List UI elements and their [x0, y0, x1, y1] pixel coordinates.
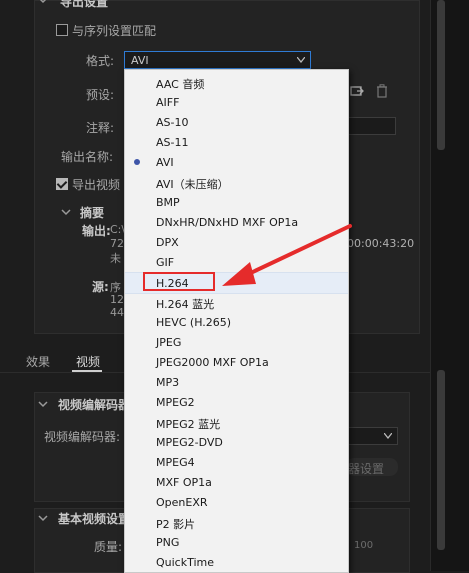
- format-option-label: PNG: [156, 536, 180, 549]
- export-settings-title: 导出设置: [60, 0, 109, 9]
- summary-label: 摘要: [80, 206, 105, 220]
- active-tab-indicator: [72, 370, 102, 372]
- preset-label: 预设:: [86, 88, 115, 102]
- format-option-label: BMP: [156, 196, 180, 209]
- checkbox-box-checked[interactable]: [56, 178, 68, 190]
- format-option[interactable]: MPEG2: [125, 392, 348, 412]
- format-option-label: GIF: [156, 256, 175, 269]
- video-codec-collapse-arrow-icon[interactable]: [38, 398, 48, 412]
- format-option-label: QuickTime: [156, 556, 215, 569]
- comment-label: 注释:: [86, 121, 115, 135]
- output-path: C:\: [110, 223, 126, 236]
- tab-video[interactable]: 视频: [76, 353, 100, 370]
- format-option[interactable]: AVI（未压缩）: [125, 172, 348, 192]
- format-option-label: H.264 蓝光: [156, 298, 215, 311]
- format-option-label: MPEG4: [156, 456, 195, 469]
- format-select[interactable]: AVI: [124, 51, 311, 69]
- match-sequence-checkbox[interactable]: [56, 24, 68, 39]
- format-option[interactable]: PNG: [125, 532, 348, 552]
- format-option-label: DPX: [156, 236, 179, 249]
- format-option-label: MXF OP1a: [156, 476, 212, 489]
- video-codec-label: 视频编解码器:: [44, 430, 121, 444]
- annotation-highlight-box: [143, 272, 215, 291]
- codec-settings-button-label: 器设置: [348, 462, 385, 476]
- format-option[interactable]: OpenEXR: [125, 492, 348, 512]
- format-option[interactable]: AS-11: [125, 132, 348, 152]
- format-option-label: AS-11: [156, 136, 189, 149]
- video-codec-select[interactable]: [346, 427, 398, 445]
- match-sequence-label: 与序列设置匹配: [72, 24, 157, 38]
- source-summary-label: 源:: [92, 280, 109, 294]
- format-option[interactable]: MPEG2-DVD: [125, 432, 348, 452]
- format-option-label: AAC 音频: [156, 78, 205, 91]
- basic-video-section-title: 基本视频设置: [58, 512, 131, 526]
- format-option[interactable]: AIFF: [125, 92, 348, 112]
- format-option-label: AIFF: [156, 96, 180, 109]
- format-option-label: MPEG2 蓝光: [156, 418, 221, 431]
- format-option-label: AVI（未压缩）: [156, 178, 229, 191]
- format-option-label: AS-10: [156, 116, 189, 129]
- format-option-label: JPEG: [156, 336, 182, 349]
- summary-collapse-arrow-icon[interactable]: [61, 206, 71, 220]
- output-name-label: 输出名称:: [61, 150, 114, 164]
- tab-effects[interactable]: 效果: [26, 353, 50, 370]
- format-option[interactable]: MPEG2 蓝光: [125, 412, 348, 432]
- format-option-label: P2 影片: [156, 518, 196, 531]
- format-dropdown-list[interactable]: AAC 音频 AIFF AS-10 AS-11 AVI AVI（未压缩） BMP DNxHR/…: [124, 69, 349, 573]
- format-option[interactable]: QuickTime: [125, 552, 348, 572]
- format-option-label: MPEG2: [156, 396, 195, 409]
- checkbox-box[interactable]: [56, 24, 68, 36]
- format-option[interactable]: MPEG4: [125, 452, 348, 472]
- format-option[interactable]: MP3: [125, 372, 348, 392]
- annotation-arrow-icon: [222, 224, 352, 286]
- format-option[interactable]: BMP: [125, 192, 348, 212]
- codec-settings-button[interactable]: 器设置: [346, 458, 398, 476]
- selected-radio-icon: [134, 159, 140, 165]
- format-option[interactable]: AAC 音频: [125, 72, 348, 92]
- quality-value: 100: [354, 540, 374, 551]
- video-codec-section-title: 视频编解码器: [58, 398, 131, 412]
- output-summary-label: 输出:: [82, 224, 111, 238]
- format-option[interactable]: JPEG: [125, 332, 348, 352]
- quality-label: 质量:: [94, 540, 123, 554]
- right-panel-strip: [430, 0, 469, 571]
- format-select-value: AVI: [131, 54, 149, 67]
- delete-preset-icon[interactable]: [376, 84, 388, 101]
- format-option-label: HEVC (H.265): [156, 316, 232, 329]
- chevron-down-icon: [384, 433, 392, 439]
- scrollbar-thumb-bottom[interactable]: [437, 370, 445, 550]
- format-option-label: MPEG2-DVD: [156, 436, 223, 449]
- output-codec-info: 未: [110, 252, 121, 265]
- export-video-label: 导出视频: [72, 178, 121, 192]
- comment-input[interactable]: [346, 117, 396, 135]
- scrollbar-thumb-top[interactable]: [437, 0, 445, 150]
- format-option-label: JPEG2000 MXF OP1a: [156, 356, 269, 369]
- format-option[interactable]: AS-10: [125, 112, 348, 132]
- format-option-label: AVI: [156, 156, 174, 169]
- chevron-down-icon: [297, 57, 305, 63]
- format-option[interactable]: HEVC (H.265): [125, 312, 348, 332]
- format-option[interactable]: P2 影片: [125, 512, 348, 532]
- format-option-label: MP3: [156, 376, 180, 389]
- format-option[interactable]: JPEG2000 MXF OP1a: [125, 352, 348, 372]
- format-label: 格式:: [86, 54, 115, 68]
- format-option-label: OpenEXR: [156, 496, 208, 509]
- format-option[interactable]: AVI: [125, 152, 348, 172]
- collapse-arrow-icon[interactable]: [38, 0, 48, 8]
- import-preset-icon[interactable]: [350, 85, 364, 100]
- format-option[interactable]: MXF OP1a: [125, 472, 348, 492]
- export-video-checkbox[interactable]: [56, 178, 68, 193]
- basic-video-collapse-arrow-icon[interactable]: [38, 512, 48, 526]
